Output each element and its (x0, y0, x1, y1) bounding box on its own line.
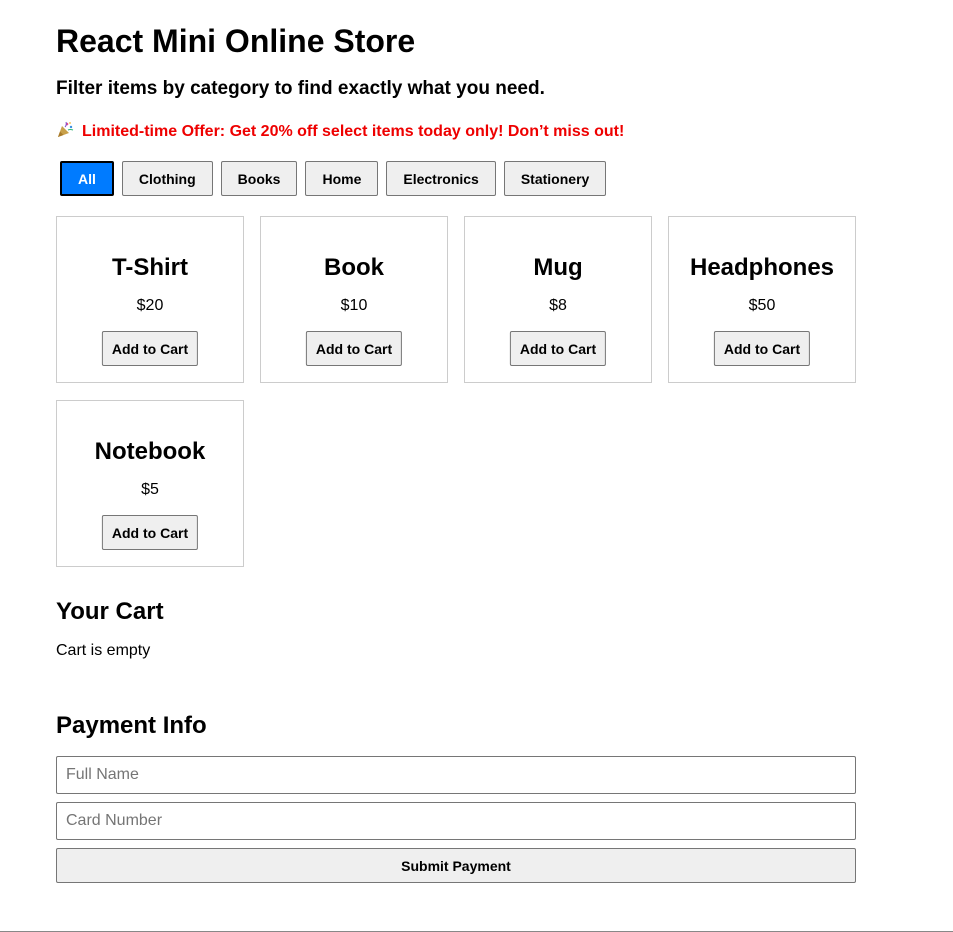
product-price: $8 (549, 297, 567, 314)
filter-books-button[interactable]: Books (220, 161, 298, 196)
offer-banner: Limited-time Offer: Get 20% off select i… (56, 121, 624, 142)
product-card-notebook: Notebook $5 Add to Cart (56, 400, 244, 567)
page-title: React Mini Online Store (56, 23, 416, 59)
store-page: React Mini Online Store Filter items by … (0, 0, 953, 932)
product-name: Mug (533, 254, 583, 281)
product-card-tshirt: T-Shirt $20 Add to Cart (56, 216, 244, 383)
add-to-cart-button[interactable]: Add to Cart (101, 515, 199, 550)
filter-all-button[interactable]: All (60, 161, 114, 196)
add-to-cart-button[interactable]: Add to Cart (305, 331, 403, 366)
cart-heading: Your Cart (56, 598, 164, 625)
product-price: $20 (136, 297, 164, 314)
offer-text: Limited-time Offer: Get 20% off select i… (82, 123, 625, 140)
payment-heading: Payment Info (56, 712, 207, 739)
product-grid: T-Shirt $20 Add to Cart Book $10 Add to … (56, 216, 872, 567)
add-to-cart-button[interactable]: Add to Cart (509, 331, 607, 366)
filter-stationery-button[interactable]: Stationery (503, 161, 607, 196)
category-filters: All Clothing Books Home Electronics Stat… (60, 161, 607, 196)
full-name-input[interactable] (56, 756, 856, 794)
product-card-book: Book $10 Add to Cart (260, 216, 448, 383)
add-to-cart-button[interactable]: Add to Cart (713, 331, 811, 366)
product-price: $50 (748, 297, 776, 314)
product-name: Book (324, 254, 384, 281)
submit-payment-button[interactable]: Submit Payment (56, 848, 856, 883)
product-name: Notebook (94, 438, 206, 465)
page-subtitle: Filter items by category to find exactly… (56, 78, 545, 99)
product-name: Headphones (689, 254, 835, 281)
filter-clothing-button[interactable]: Clothing (121, 161, 213, 196)
product-card-mug: Mug $8 Add to Cart (464, 216, 652, 383)
product-name: T-Shirt (112, 254, 188, 281)
card-number-input[interactable] (56, 802, 856, 840)
filter-electronics-button[interactable]: Electronics (386, 161, 496, 196)
cart-empty-message: Cart is empty (56, 642, 151, 659)
product-card-headphones: Headphones $50 Add to Cart (668, 216, 856, 383)
party-popper-icon (56, 121, 74, 139)
filter-home-button[interactable]: Home (305, 161, 379, 196)
add-to-cart-button[interactable]: Add to Cart (101, 331, 199, 366)
product-price: $10 (340, 297, 368, 314)
product-price: $5 (141, 481, 159, 498)
